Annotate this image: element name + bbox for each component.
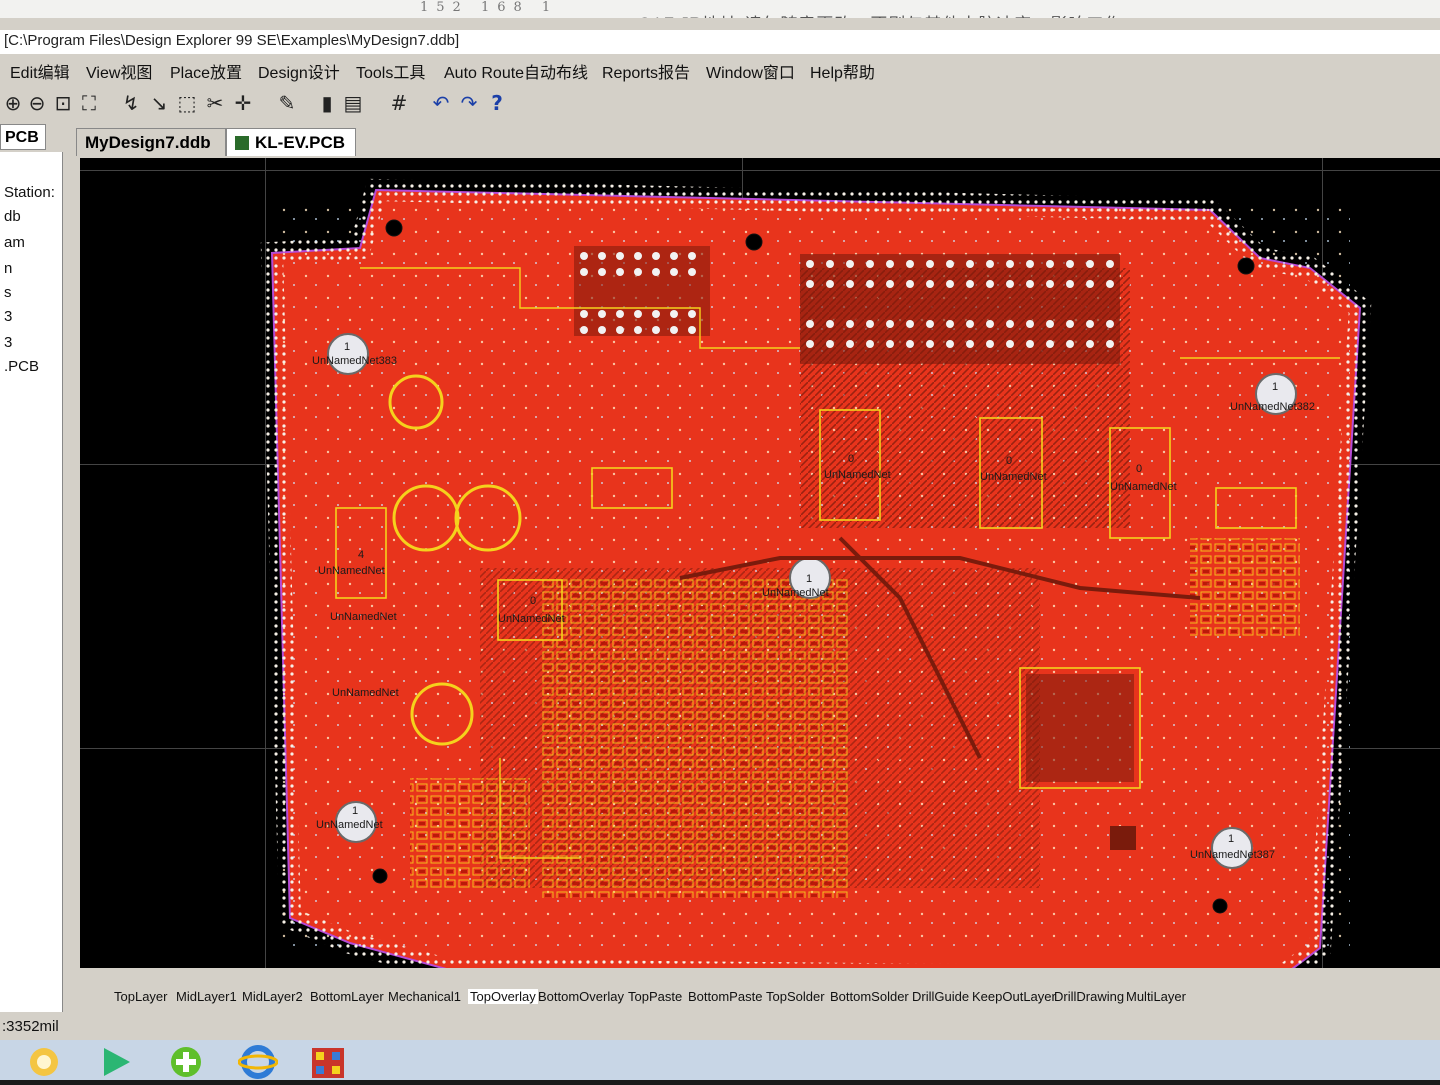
menu-auto-route[interactable]: Auto Route自动布线: [440, 57, 592, 85]
pad-number: 1: [1228, 833, 1234, 845]
smd-region: [410, 778, 530, 888]
pcb-canvas[interactable]: UnNamedNet383 UnNamedNet382 UnNamedNet U…: [80, 158, 1440, 968]
protel-icon[interactable]: [308, 1044, 348, 1080]
layer-tab-toppaste[interactable]: TopPaste: [628, 989, 682, 1004]
pad-number: 4: [358, 549, 364, 561]
window-title: [C:\Program Files\Design Explorer 99 SE\…: [4, 32, 460, 49]
layer-tab-topsolder[interactable]: TopSolder: [766, 989, 825, 1004]
pad-number: 1: [352, 805, 358, 817]
pad-number: 0: [1006, 455, 1012, 467]
layer-tab-keepoutlayer[interactable]: KeepOutLayer: [972, 989, 1056, 1004]
route-icon[interactable]: ↯: [118, 90, 144, 116]
connector-block: [1110, 826, 1136, 850]
layer-tab-midlayer1[interactable]: MidLayer1: [176, 989, 237, 1004]
net-label: UnNamedNet: [332, 687, 399, 699]
layer-tab-mechanical1[interactable]: Mechanical1: [388, 989, 461, 1004]
layer-tab-topoverlay[interactable]: TopOverlay: [468, 989, 538, 1004]
select-area-icon[interactable]: ⬚: [174, 90, 200, 116]
menu-reports[interactable]: Reports报告: [598, 57, 694, 85]
layer-tab-bottomoverlay[interactable]: BottomOverlay: [538, 989, 624, 1004]
cross-probe-icon[interactable]: ✎: [274, 90, 300, 116]
smd-region: [540, 578, 850, 898]
pad-number: 0: [530, 595, 536, 607]
zoom-fit-icon[interactable]: ⛶: [76, 90, 102, 116]
note-digits: 152 168 1: [420, 0, 559, 15]
status-coordinates: :3352mil: [2, 1018, 59, 1035]
net-label: UnNamedNet: [316, 819, 383, 831]
library-icon[interactable]: ▮: [314, 90, 340, 116]
layer-tabs: TopLayer MidLayer1 MidLayer2 BottomLayer…: [104, 986, 1440, 1012]
help-icon[interactable]: ?: [484, 90, 510, 116]
pad-number: 1: [806, 573, 812, 585]
net-label: UnNamedNet: [824, 469, 891, 481]
zoom-in-icon[interactable]: ⊕: [0, 90, 26, 116]
header-connector-large: [800, 254, 1120, 364]
grid-icon[interactable]: #: [386, 90, 412, 116]
app-green-icon[interactable]: [166, 1044, 206, 1080]
layer-tab-multilayer[interactable]: MultiLayer: [1126, 989, 1186, 1004]
tree-item[interactable]: 3: [4, 308, 12, 325]
zoom-area-icon[interactable]: ⊡: [50, 90, 76, 116]
pcb-file-icon: [235, 136, 249, 150]
toolbar: ⊕ ⊖ ⊡ ⛶ ↯ ↘ ⬚ ✂ ✛ ✎ ▮ ▤ # ↶ ↷ ?: [0, 84, 1440, 122]
net-label: UnNamedNet: [762, 587, 829, 599]
status-bar: :3352mil: [0, 1016, 1440, 1040]
menu-design[interactable]: Design设计: [254, 57, 344, 85]
tree-item[interactable]: .PCB: [4, 358, 39, 375]
move-icon[interactable]: ✛: [230, 90, 256, 116]
smd-region: [1190, 538, 1300, 638]
net-label: UnNamedNet: [498, 613, 565, 625]
tree-item[interactable]: s: [4, 284, 12, 301]
tree-item[interactable]: db: [4, 208, 21, 225]
undo-icon[interactable]: ↶: [428, 90, 454, 116]
menu-help[interactable]: Help帮助: [806, 57, 879, 85]
tree-item[interactable]: Station:: [4, 184, 55, 201]
layer-tab-toplayer[interactable]: TopLayer: [114, 989, 167, 1004]
net-label: UnNamedNet: [980, 471, 1047, 483]
ie-browser-icon[interactable]: [237, 1044, 279, 1080]
redo-icon[interactable]: ↷: [456, 90, 482, 116]
start-orb-icon[interactable]: [24, 1044, 64, 1080]
tree-item[interactable]: am: [4, 234, 25, 251]
component-icon[interactable]: ▤: [340, 90, 366, 116]
zoom-out-icon[interactable]: ⊖: [24, 90, 50, 116]
wire-icon[interactable]: ↘: [146, 90, 172, 116]
layer-tab-drillguide[interactable]: DrillGuide: [912, 989, 969, 1004]
net-label: UnNamedNet382: [1230, 401, 1315, 413]
pad-number: 1: [344, 341, 350, 353]
pad-number: 1: [1272, 381, 1278, 393]
taskbar: [0, 1040, 1440, 1080]
menu-bar: Edit编辑 View视图 Place放置 Design设计 Tools工具 A…: [0, 54, 1440, 84]
design-explorer-panel: Station: db am n s 3 3 .PCB: [0, 152, 63, 1012]
net-label: UnNamedNet: [330, 611, 397, 623]
tree-item[interactable]: n: [4, 260, 12, 277]
tab-mydesign7[interactable]: MyDesign7.ddb: [76, 128, 226, 156]
layer-tab-bottomlayer[interactable]: BottomLayer: [310, 989, 384, 1004]
pad-number: 0: [848, 453, 854, 465]
tree-item[interactable]: 3: [4, 334, 12, 351]
header-connector-small: [574, 246, 710, 336]
layer-tab-bottompaste[interactable]: BottomPaste: [688, 989, 762, 1004]
pcb-board[interactable]: UnNamedNet383 UnNamedNet382 UnNamedNet U…: [80, 158, 1440, 968]
bga-block: [1026, 674, 1134, 782]
menu-window[interactable]: Window窗口: [702, 57, 799, 85]
layer-tab-midlayer2[interactable]: MidLayer2: [242, 989, 303, 1004]
media-player-icon[interactable]: [96, 1044, 136, 1080]
title-bar: [C:\Program Files\Design Explorer 99 SE\…: [0, 30, 1440, 54]
net-label: UnNamedNet383: [312, 355, 397, 367]
net-label: UnNamedNet: [318, 565, 385, 577]
panel-tab-pcb[interactable]: PCB: [0, 124, 46, 150]
tab-kl-ev-pcb[interactable]: KL-EV.PCB: [226, 128, 356, 156]
net-label: UnNamedNet: [1110, 481, 1177, 493]
menu-tools[interactable]: Tools工具: [352, 57, 429, 85]
deselect-icon[interactable]: ✂: [202, 90, 228, 116]
net-label: UnNamedNet387: [1190, 849, 1275, 861]
layer-tab-drilldrawing[interactable]: DrillDrawing: [1054, 989, 1124, 1004]
menu-view[interactable]: View视图: [82, 57, 156, 85]
menu-place[interactable]: Place放置: [166, 57, 246, 85]
layer-tab-bottomsolder[interactable]: BottomSolder: [830, 989, 909, 1004]
menu-edit[interactable]: Edit编辑: [6, 57, 74, 85]
tab-label: KL-EV.PCB: [255, 133, 346, 152]
pad-number: 0: [1136, 463, 1142, 475]
